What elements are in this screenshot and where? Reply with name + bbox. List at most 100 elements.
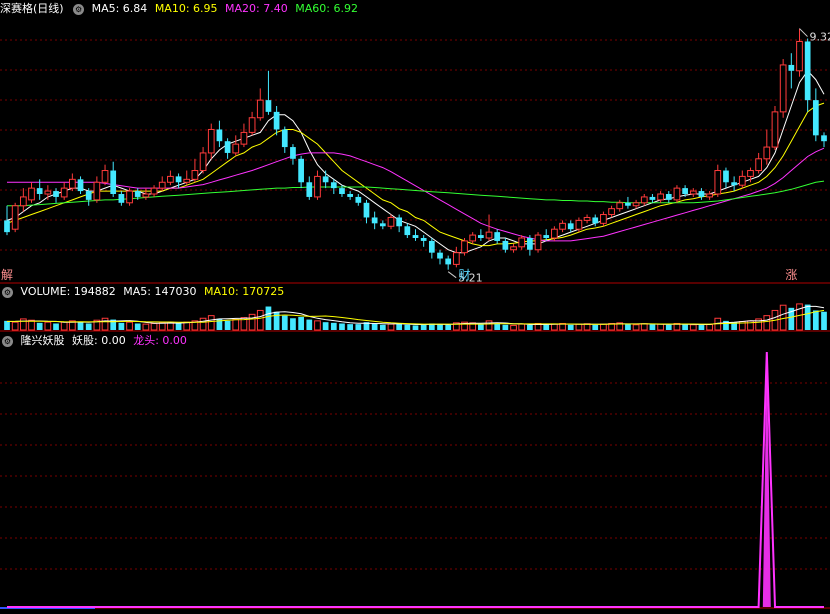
- volume-label: VOLUME: 194882: [20, 285, 116, 298]
- volume-bar: [126, 321, 133, 331]
- volume-bar: [339, 323, 345, 330]
- volume-bar: [779, 304, 787, 331]
- candle-body: [673, 187, 681, 201]
- volume-ma-lines: [6, 305, 825, 326]
- candle-body: [796, 40, 803, 72]
- candle-body: [657, 193, 664, 201]
- volume-bar: [437, 324, 443, 330]
- volume-bar: [665, 324, 672, 330]
- candle-body: [812, 100, 819, 136]
- candle-body: [281, 129, 288, 148]
- candle-body: [747, 170, 754, 177]
- gear-icon[interactable]: ⚙: [73, 3, 85, 15]
- indicator-header: ⚙ 隆兴妖股 妖股: 0.00 龙头: 0.00: [0, 333, 191, 349]
- volume-bar: [224, 320, 231, 330]
- price-ma-lines: [6, 70, 825, 254]
- candle-body: [150, 187, 158, 195]
- candle-body: [77, 179, 84, 192]
- volume-bar: [158, 322, 166, 331]
- candle-body: [232, 143, 240, 154]
- candle-body: [649, 196, 656, 200]
- candle-body: [216, 129, 223, 142]
- candle-body: [452, 252, 460, 265]
- volume-bar: [44, 321, 52, 331]
- candle-body: [510, 246, 517, 251]
- volume-bar: [371, 323, 378, 330]
- volume-gear-icon[interactable]: ⚙: [2, 286, 13, 298]
- candle-body: [330, 182, 337, 189]
- price-annotations: 9.325.21解财涨: [1, 28, 830, 285]
- volume-bar: [625, 324, 631, 330]
- volume-bar: [183, 321, 191, 331]
- candle-body: [265, 100, 272, 112]
- candle-body: [502, 240, 509, 250]
- volume-bar: [640, 323, 648, 331]
- volume-bar: [485, 320, 493, 331]
- volume-bar: [118, 322, 125, 330]
- indicator-gear-icon[interactable]: ⚙: [2, 335, 13, 347]
- candle-body: [36, 188, 43, 194]
- candle-body: [158, 181, 166, 189]
- candle-body: [355, 196, 362, 203]
- volume-bar: [494, 323, 501, 330]
- candle-body: [4, 220, 10, 233]
- candle-body: [290, 147, 296, 159]
- candle-body: [485, 231, 493, 239]
- candle-body: [600, 214, 607, 224]
- price-ma5-line: [6, 70, 825, 254]
- volume-bar: [265, 306, 272, 330]
- stock-title: 深赛格(日线): [0, 2, 64, 15]
- candle-body: [469, 234, 477, 242]
- volume-bar: [689, 324, 697, 331]
- volume-bar: [298, 316, 304, 330]
- candle-body: [771, 111, 779, 148]
- volume-bar: [232, 319, 240, 331]
- candle-body: [339, 188, 345, 194]
- candle-body: [110, 170, 117, 194]
- volume-bar: [347, 324, 353, 330]
- event-label: 财: [459, 268, 471, 282]
- volume-bar: [248, 313, 256, 331]
- dragon-label: 龙头: 0.00: [133, 334, 187, 347]
- candle-body: [616, 202, 624, 210]
- candle-body: [551, 228, 558, 239]
- volume-bar: [134, 323, 141, 330]
- candle-body: [625, 202, 631, 206]
- volume-bar: [142, 323, 150, 331]
- volume-bar: [77, 321, 84, 330]
- volume-bar: [290, 318, 296, 330]
- volume-bar: [314, 320, 321, 331]
- volume-bar: [706, 324, 713, 331]
- candle-body: [298, 158, 304, 183]
- candle-body: [142, 193, 150, 198]
- ma5-label: MA5: 6.84: [91, 2, 148, 15]
- candle-body: [738, 175, 746, 186]
- volume-bar: [445, 324, 452, 330]
- high-label: 9.32: [809, 31, 830, 44]
- candle-body: [567, 223, 574, 230]
- volume-bar: [420, 324, 427, 330]
- volume-bar: [53, 323, 59, 330]
- volume-bar: [199, 317, 207, 331]
- price-ma10-line: [6, 102, 825, 247]
- candle-body: [534, 234, 542, 251]
- volume-bar: [4, 320, 10, 330]
- candle-body: [44, 190, 52, 195]
- candle-body: [118, 194, 125, 203]
- ma10-label: MA10: 6.95: [154, 2, 218, 15]
- candle-body: [19, 196, 27, 207]
- volume-bar: [502, 324, 509, 330]
- candle-body: [640, 196, 648, 204]
- candle-body: [714, 170, 722, 195]
- candle-body: [199, 152, 207, 172]
- volume-bar: [527, 324, 533, 330]
- candle-body: [396, 217, 403, 227]
- volume-header: ⚙ VOLUME: 194882 MA5: 147030 MA10: 17072…: [0, 284, 288, 300]
- candle-body: [371, 217, 378, 224]
- volume-ma5-label: MA5: 147030: [123, 285, 197, 298]
- volume-bar: [682, 324, 688, 330]
- candle-body: [101, 170, 109, 183]
- candle-body: [404, 226, 411, 236]
- volume-bar: [396, 323, 403, 330]
- candle-body: [183, 178, 191, 183]
